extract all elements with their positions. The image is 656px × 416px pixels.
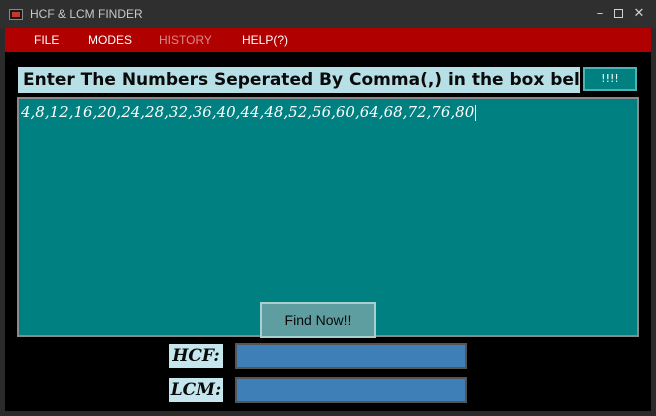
menu-history[interactable]: HISTORY [159, 33, 212, 47]
app-icon [9, 9, 23, 20]
close-button[interactable]: ✕ [629, 4, 649, 24]
menu-help[interactable]: HELP(?) [242, 33, 288, 47]
lcm-label: LCM: [169, 378, 223, 402]
lcm-output[interactable] [235, 377, 467, 403]
maximize-icon [613, 9, 623, 18]
menu-bar: FILE MODES HISTORY HELP(?) [5, 28, 651, 52]
minimize-button[interactable]: – [590, 4, 610, 24]
find-now-button[interactable]: Find Now!! [260, 302, 376, 338]
hcf-label: HCF: [169, 344, 223, 368]
extra-button[interactable]: !!!! [583, 67, 637, 91]
instruction-label: Enter The Numbers Seperated By Comma(,) … [18, 67, 580, 93]
window-title: HCF & LCM FINDER [30, 7, 143, 21]
numbers-input[interactable]: 4,8,12,16,20,24,28,32,36,40,44,48,52,56,… [17, 97, 639, 337]
menu-file[interactable]: FILE [34, 33, 59, 47]
text-caret [475, 105, 477, 121]
maximize-button[interactable] [608, 4, 628, 24]
menu-modes[interactable]: MODES [88, 33, 132, 47]
numbers-text: 4,8,12,16,20,24,28,32,36,40,44,48,52,56,… [21, 103, 475, 121]
title-bar[interactable]: HCF & LCM FINDER – ✕ [0, 0, 656, 28]
hcf-output[interactable] [235, 343, 467, 369]
app-window: HCF & LCM FINDER – ✕ FILE MODES HISTORY … [0, 0, 656, 416]
main-panel: Enter The Numbers Seperated By Comma(,) … [5, 52, 651, 411]
